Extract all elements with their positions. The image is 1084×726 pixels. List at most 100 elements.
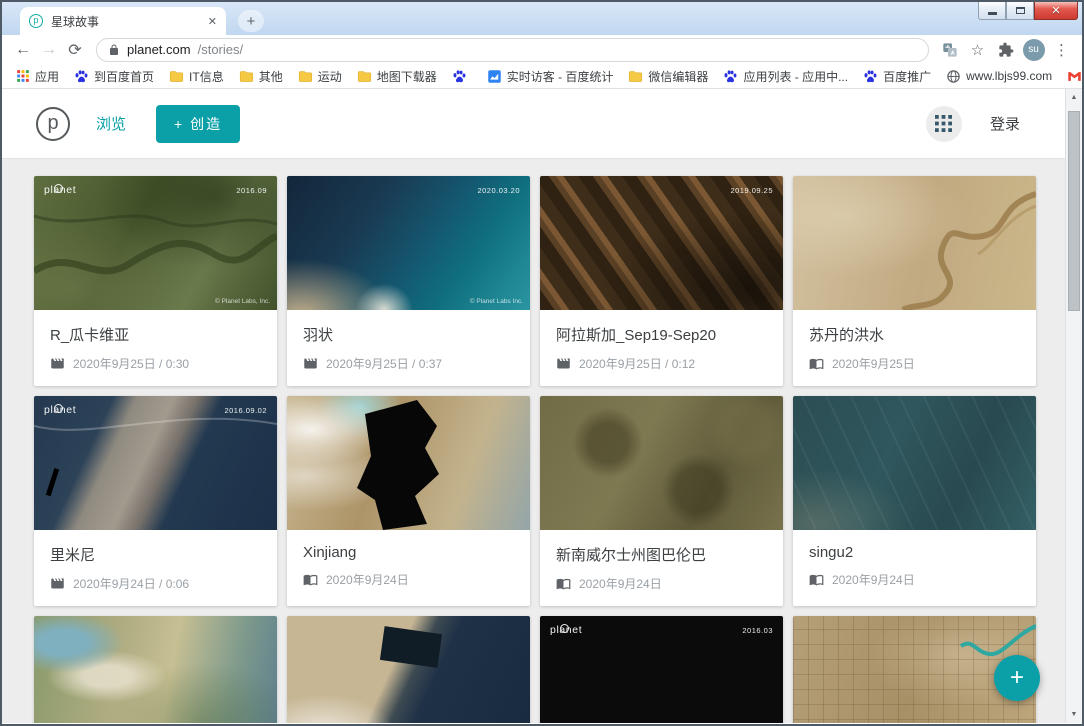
date-stamp: 2016.09.02 [224, 406, 267, 415]
tab-strip: p 星球故事 ✕ + ✕ [2, 2, 1082, 35]
bookmark-apps[interactable]: 应用 [12, 68, 63, 85]
story-title: Xinjiang [303, 544, 514, 561]
attribution: © Planet Labs Inc. [470, 298, 523, 305]
video-icon [556, 356, 571, 371]
folder-icon [357, 69, 372, 84]
window-controls: ✕ [978, 2, 1078, 20]
stories-grid-section: planet 2016.09 © Planet Labs, Inc. R_瓜卡维… [2, 159, 1082, 723]
story-thumbnail: planet 2016.09.02 [34, 396, 277, 530]
browser-toolbar: ← → ⟳ planet.com/stories/ ☆ su ⋮ [2, 35, 1082, 64]
card-info: 新南威尔士州图巴伦巴 2020年9月24日 [540, 530, 783, 604]
reload-icon[interactable]: ⟳ [62, 37, 88, 63]
video-icon [50, 356, 65, 371]
story-card[interactable]: 苏丹的洪水 2020年9月25日 [793, 176, 1036, 386]
story-card[interactable]: planet 2016.09 © Planet Labs, Inc. R_瓜卡维… [34, 176, 277, 386]
scroll-up-icon[interactable]: ▲ [1066, 89, 1082, 106]
folder-icon [169, 69, 184, 84]
story-card[interactable]: 新南威尔士州图巴伦巴 2020年9月24日 [540, 396, 783, 606]
nav-browse-link[interactable]: 浏览 [96, 113, 126, 134]
browser-window: p 星球故事 ✕ + ✕ ← → ⟳ planet.com/stories/ ☆ [0, 0, 1084, 726]
bookmark-app-list[interactable]: 应用列表 - 应用中... [719, 68, 852, 85]
story-card[interactable]: 2019.09.25 阿拉斯加_Sep19-Sep20 2020年9月25日 /… [540, 176, 783, 386]
story-meta: 2020年9月25日 [809, 355, 1020, 372]
avatar-initials: su [1023, 39, 1045, 61]
bookmark-label: 运动 [318, 68, 342, 85]
story-meta: 2020年9月25日 / 0:12 [556, 355, 767, 372]
maximize-button[interactable] [1006, 2, 1034, 20]
story-date: 2020年9月24日 [579, 575, 662, 592]
story-title: 苏丹的洪水 [809, 324, 1020, 345]
scroll-down-icon[interactable]: ▼ [1066, 706, 1082, 723]
scroll-thumb[interactable] [1068, 111, 1080, 311]
story-thumbnail: 2019.09.25 [540, 176, 783, 310]
scrollbar[interactable]: ▲ ▼ [1065, 89, 1082, 723]
forward-icon[interactable]: → [36, 37, 62, 63]
bookmark-tongji[interactable]: 实时访客 - 百度统计 [483, 68, 618, 85]
url-input[interactable]: planet.com/stories/ [96, 38, 929, 62]
story-date: 2020年9月25日 / 0:30 [73, 355, 189, 372]
story-card[interactable]: 2020.03.20 © Planet Labs Inc. 羽状 2020年9月… [287, 176, 530, 386]
avatar[interactable]: su [1021, 37, 1046, 62]
story-date: 2020年9月25日 [832, 355, 915, 372]
watermark-ring [54, 184, 63, 193]
story-thumbnail [34, 616, 277, 723]
minimize-icon [988, 12, 997, 15]
video-icon [50, 576, 65, 591]
planet-watermark: planet [44, 184, 76, 196]
translate-icon[interactable] [937, 37, 962, 62]
card-info: 里米尼 2020年9月24日 / 0:06 [34, 530, 277, 604]
bookmark-star-icon[interactable]: ☆ [965, 37, 990, 62]
story-card[interactable] [287, 616, 530, 723]
story-thumbnail [287, 396, 530, 530]
story-thumbnail: 2020.03.20 © Planet Labs Inc. [287, 176, 530, 310]
story-thumbnail [287, 616, 530, 723]
bookmark-folder-other[interactable]: 其他 [235, 68, 287, 85]
close-button[interactable]: ✕ [1034, 2, 1078, 20]
bookmark-label: 其他 [259, 68, 283, 85]
bookmark-baidu-tuiguang[interactable]: 百度推广 [859, 68, 935, 85]
story-date: 2020年9月25日 / 0:37 [326, 355, 442, 372]
story-card[interactable]: singu2 2020年9月24日 [793, 396, 1036, 606]
login-button[interactable]: 登录 [990, 113, 1020, 134]
story-title: 里米尼 [50, 544, 261, 565]
card-info: singu2 2020年9月24日 [793, 530, 1036, 600]
story-date: 2020年9月24日 [832, 571, 915, 588]
planet-watermark: planet [550, 624, 582, 636]
date-stamp: 2016.03 [742, 626, 773, 635]
bookmark-baidu-unlabeled[interactable] [448, 69, 476, 84]
story-card[interactable]: Xinjiang 2020年9月24日 [287, 396, 530, 606]
fab-create-button[interactable]: + [994, 655, 1040, 701]
story-thumbnail: planet 2016.09 © Planet Labs, Inc. [34, 176, 277, 310]
extensions-icon[interactable] [993, 37, 1018, 62]
bookmark-lbjs99[interactable]: www.lbjs99.com [942, 69, 1056, 84]
story-date: 2020年9月24日 / 0:06 [73, 575, 189, 592]
bookmark-folder-sports[interactable]: 运动 [294, 68, 346, 85]
bookmark-baidu-home[interactable]: 到百度首页 [70, 68, 158, 85]
baidu-tongji-icon [487, 69, 502, 84]
planet-favicon-icon: p [29, 14, 43, 28]
story-meta: 2020年9月24日 [809, 571, 1020, 588]
card-info: 苏丹的洪水 2020年9月25日 [793, 310, 1036, 384]
apps-grid-icon [16, 69, 30, 83]
apps-launcher-button[interactable] [926, 106, 962, 142]
planet-logo[interactable]: p [36, 107, 70, 141]
menu-dots-icon[interactable]: ⋮ [1049, 37, 1074, 62]
url-domain: planet.com [127, 42, 191, 57]
harbor-art [287, 616, 530, 723]
create-button[interactable]: + 创造 [156, 105, 240, 143]
story-card[interactable]: planet 2016.09.02 里米尼 2020年9月24日 / 0:06 [34, 396, 277, 606]
back-icon[interactable]: ← [10, 37, 36, 63]
story-card[interactable]: planet 2016.03 [540, 616, 783, 723]
bookmark-folder-it[interactable]: IT信息 [165, 68, 228, 85]
minimize-button[interactable] [978, 2, 1006, 20]
river-art [793, 176, 1036, 310]
tab-close-icon[interactable]: ✕ [208, 15, 217, 28]
new-tab-button[interactable]: + [238, 10, 264, 32]
bookmark-gmail[interactable]: Gmail [1063, 69, 1084, 84]
bookmark-folder-wechat-editor[interactable]: 微信编辑器 [624, 68, 712, 85]
globe-icon [946, 69, 961, 84]
browser-tab[interactable]: p 星球故事 ✕ [20, 7, 226, 35]
story-card[interactable] [34, 616, 277, 723]
bookmark-label: 到百度首页 [94, 68, 154, 85]
bookmark-folder-mapdl[interactable]: 地图下载器 [353, 68, 441, 85]
